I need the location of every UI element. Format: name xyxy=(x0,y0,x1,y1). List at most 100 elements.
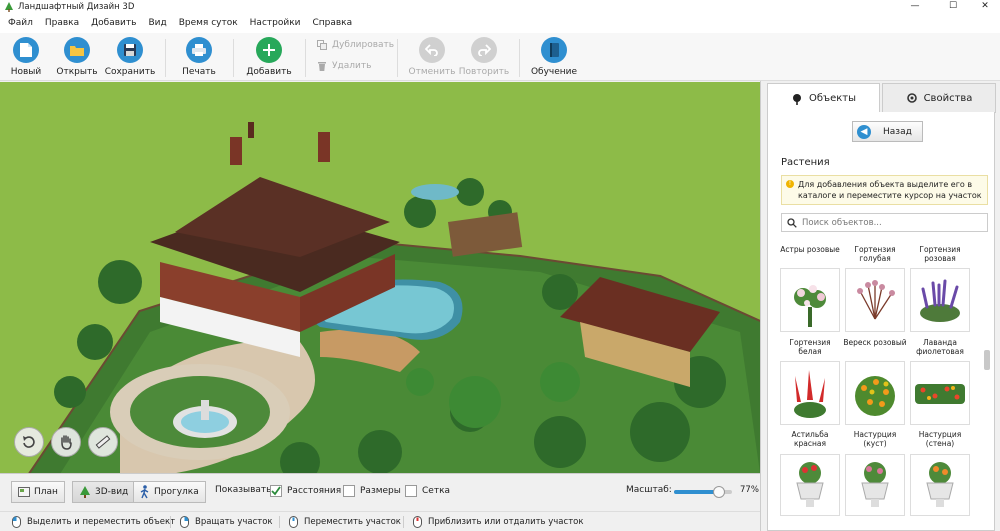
objects-catalog: ◀ Назад Растения ! Для добавления объект… xyxy=(767,112,995,531)
catalog-item-heather-pink[interactable] xyxy=(845,361,905,425)
printer-icon xyxy=(186,37,212,63)
mouse-right-click-icon xyxy=(180,516,189,528)
search-input[interactable]: Поиск объектов... xyxy=(781,213,988,232)
tab-objects[interactable]: Объекты xyxy=(767,83,880,113)
view-walk-button[interactable]: Прогулка xyxy=(133,481,206,503)
save-button[interactable]: Сохранить xyxy=(101,37,159,77)
menu-time-of-day[interactable]: Время суток xyxy=(173,18,244,28)
mouse-left-click-icon xyxy=(12,516,21,528)
search-icon xyxy=(787,217,797,228)
hint-box: ! Для добавления объекта выделите его в … xyxy=(781,175,988,205)
item-caption: Гортензия белая xyxy=(789,338,831,356)
status-pan: Переместить участок xyxy=(289,516,401,528)
rotate-icon xyxy=(23,436,35,448)
show-label: Показывать: xyxy=(215,485,275,495)
minimize-button[interactable]: — xyxy=(900,0,930,13)
hand-icon xyxy=(61,435,72,450)
measure-button[interactable] xyxy=(88,427,118,457)
aster-plant-icon xyxy=(794,285,826,327)
checkbox-checked-icon xyxy=(270,485,282,497)
menu-settings[interactable]: Настройки xyxy=(244,18,307,28)
toolbar-separator xyxy=(233,39,234,77)
status-zoom: Приблизить или отдалить участок xyxy=(413,516,583,528)
mouse-middle-click-icon xyxy=(289,516,298,528)
ruler-icon xyxy=(95,435,111,449)
status-rotate: Вращать участок xyxy=(180,516,273,528)
close-button[interactable]: ✕ xyxy=(970,0,1000,13)
gear-icon xyxy=(906,93,917,103)
add-button[interactable]: Добавить xyxy=(240,37,298,77)
checkbox-empty-icon xyxy=(405,485,417,497)
garden-3d-scene xyxy=(0,82,760,473)
menu-help[interactable]: Справка xyxy=(306,18,358,28)
catalog-item-nasturtium-wall[interactable] xyxy=(910,454,970,516)
menu-edit[interactable]: Правка xyxy=(39,18,85,28)
potted-plant-icon xyxy=(926,462,954,507)
potted-plant-icon xyxy=(796,462,824,507)
undo-icon xyxy=(419,37,445,63)
section-title: Растения xyxy=(781,157,830,168)
catalog-item-astilbe[interactable] xyxy=(780,454,840,516)
menu-add[interactable]: Добавить xyxy=(85,18,142,28)
view-plan-button[interactable]: План xyxy=(11,481,65,503)
grid-checkbox[interactable]: Сетка xyxy=(405,485,450,497)
rotate-view-button[interactable] xyxy=(14,427,44,457)
3d-viewport[interactable] xyxy=(0,82,760,473)
checkbox-empty-icon xyxy=(343,485,355,497)
arrow-left-icon: ◀ xyxy=(857,124,871,139)
print-button[interactable]: Печать xyxy=(170,37,228,77)
toolbar-separator xyxy=(165,39,166,77)
catalog-item-hydrangea-pink[interactable] xyxy=(910,268,970,332)
plus-icon xyxy=(256,37,282,63)
new-button[interactable]: Новый xyxy=(0,37,55,77)
zoom-slider-handle[interactable] xyxy=(713,486,725,498)
floppy-disk-icon xyxy=(117,37,143,63)
astilbe-plant-icon xyxy=(794,370,826,418)
status-select-move: Выделить и переместить объект xyxy=(12,516,175,528)
maximize-button[interactable]: ☐ xyxy=(938,0,968,13)
item-caption: Настурция (стена) xyxy=(918,430,962,448)
catalog-scrollbar[interactable] xyxy=(983,242,991,527)
toolbar-separator xyxy=(305,39,306,77)
distances-checkbox[interactable]: Расстояния xyxy=(270,485,341,497)
view-3d-button[interactable]: 3D-вид xyxy=(72,481,136,503)
toolbar: Новый Открыть Сохранить Печать Добавить … xyxy=(0,33,1000,81)
undo-button[interactable]: Отменить xyxy=(403,37,461,77)
catalog-item-nasturtium-bush[interactable] xyxy=(845,454,905,516)
duplicate-button[interactable]: Дублировать xyxy=(317,40,394,50)
catalog-item-hydrangea-white[interactable] xyxy=(780,361,840,425)
trash-icon xyxy=(318,62,326,71)
lavender-plant-icon xyxy=(920,279,960,322)
walking-person-icon xyxy=(140,485,149,499)
item-caption: Гортензия голубая xyxy=(854,245,896,263)
menu-view[interactable]: Вид xyxy=(142,18,172,28)
potted-plant-icon xyxy=(861,462,889,507)
redo-button[interactable]: Повторить xyxy=(455,37,513,77)
sizes-checkbox[interactable]: Размеры xyxy=(343,485,401,497)
scrollbar-thumb[interactable] xyxy=(984,350,990,370)
item-caption: Настурция (куст) xyxy=(853,430,897,448)
folder-icon xyxy=(64,37,90,63)
back-button[interactable]: ◀ Назад xyxy=(852,121,923,142)
menu-file[interactable]: Файл xyxy=(2,18,39,28)
catalog-item-aster[interactable] xyxy=(780,268,840,332)
item-caption: Лаванда фиолетовая xyxy=(916,338,964,356)
zoom-label: Масштаб: xyxy=(626,485,672,495)
book-icon xyxy=(541,37,567,63)
zoom-slider[interactable] xyxy=(674,486,732,498)
tab-properties[interactable]: Свойства xyxy=(882,83,996,113)
catalog-item-hydrangea-blue[interactable] xyxy=(845,268,905,332)
open-button[interactable]: Открыть xyxy=(48,37,106,77)
item-caption: Гортензия розовая xyxy=(919,245,961,263)
plan-icon xyxy=(18,487,30,497)
tree-icon xyxy=(792,93,801,105)
delete-button[interactable]: Удалить xyxy=(317,61,371,71)
heather-plant-icon xyxy=(857,280,895,320)
pan-view-button[interactable] xyxy=(51,427,81,457)
learn-button[interactable]: Обучение xyxy=(525,37,583,77)
item-caption: Вереск розовый xyxy=(843,338,907,347)
item-caption: Астильба красная xyxy=(791,430,829,448)
status-separator xyxy=(403,516,404,528)
catalog-item-lavender[interactable] xyxy=(910,361,970,425)
menu-bar: Файл Правка Добавить Вид Время суток Нас… xyxy=(0,13,1000,33)
